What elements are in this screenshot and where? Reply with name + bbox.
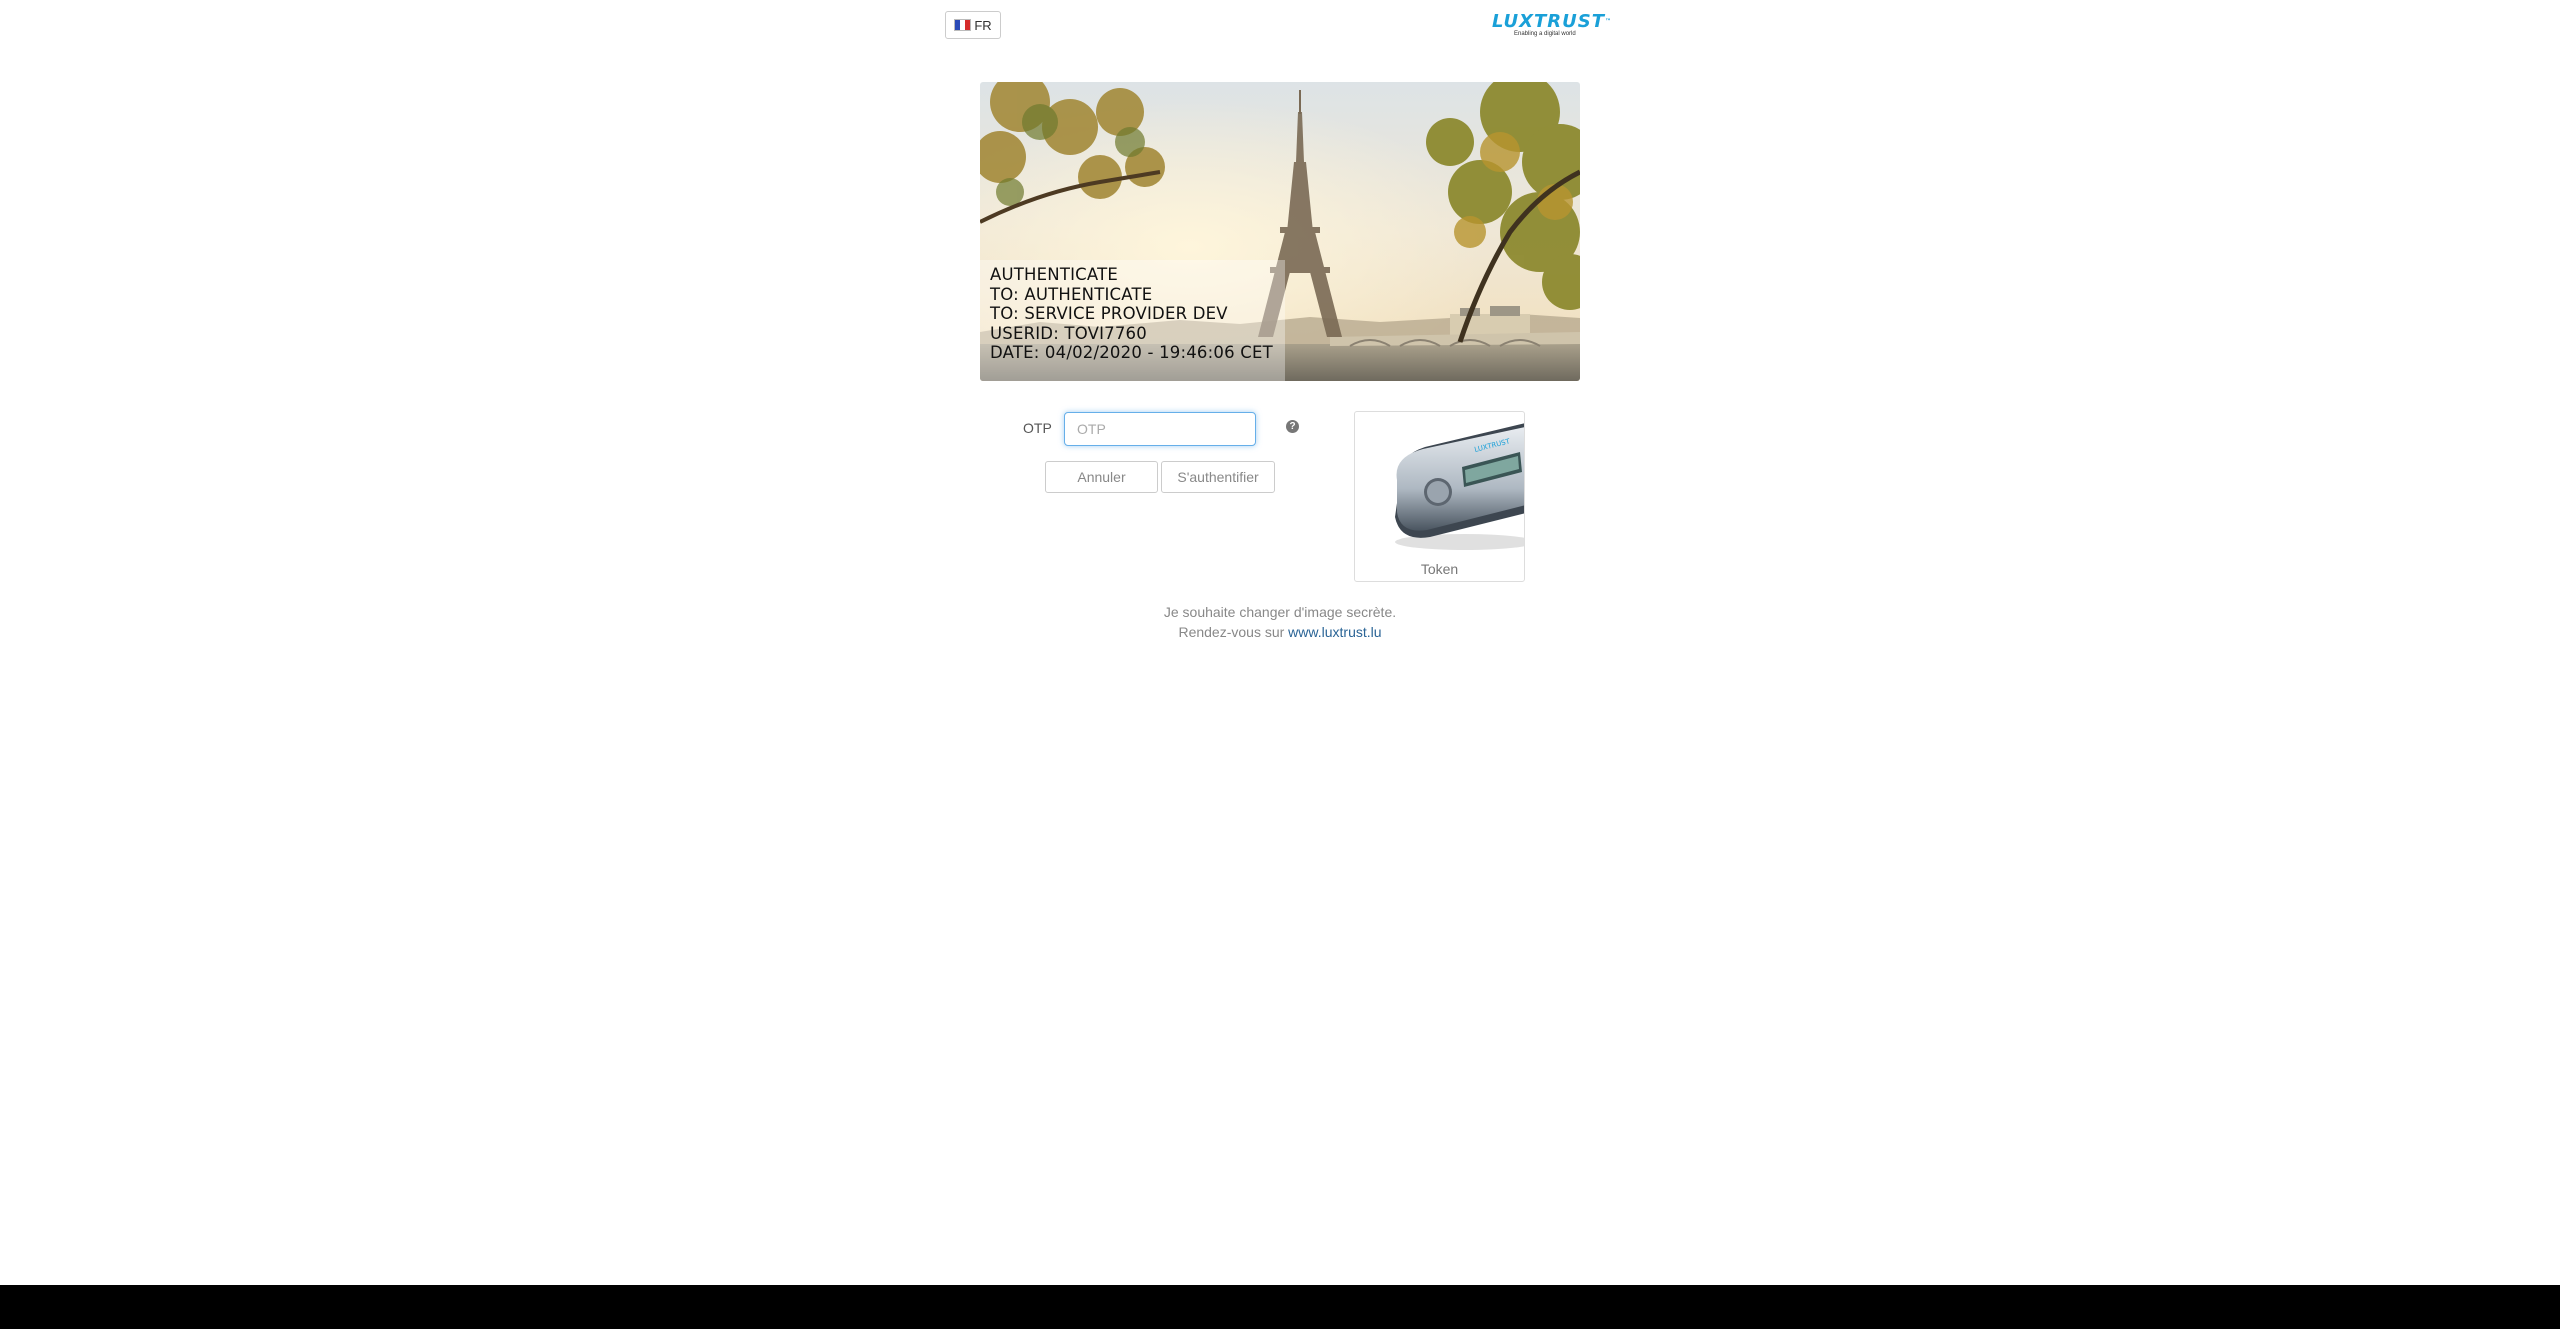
luxtrust-logo: LUXTRUST™ Enabling a digital world [1492,11,1614,38]
visit-site-prefix: Rendez-vous sur [1178,624,1289,640]
question-circle-icon[interactable]: ? [1286,420,1299,433]
french-flag-icon [954,19,972,31]
overlay-line-date: DATE: 04/02/2020 - 19:46:06 CET [990,343,1273,363]
token-device-icon: LUXTRUST [1395,423,1524,550]
secret-image: AUTHENTICATE TO: AUTHENTICATE TO: SERVIC… [980,82,1580,381]
overlay-line-provider: TO: SERVICE PROVIDER DEV [990,304,1228,324]
page: FR LUXTRUST™ Enabling a digital world AU… [0,0,2560,1329]
token-label: Token [1420,561,1459,577]
trademark-mark: ™ [1604,18,1612,25]
language-code: FR [974,17,992,33]
cancel-button[interactable]: Annuler [1045,461,1158,493]
footer-bar [0,1285,2560,1329]
logo-tagline: Enabling a digital world [1514,31,1576,37]
overlay-line-to: TO: AUTHENTICATE [990,284,1153,304]
change-image-text: Je souhaite changer d'image secrète. [1163,604,1397,620]
luxtrust-website-link[interactable]: www.luxtrust.lu [1288,624,1381,640]
token-option-card[interactable]: LUXTRUST Token [1354,411,1525,582]
overlay-line-userid: USERID: TOVI7760 [990,323,1147,343]
logo-name: LUXTRUST [1492,11,1605,32]
visit-site-text: Rendez-vous sur www.luxtrust.lu [0,624,2560,640]
authentication-details: AUTHENTICATE TO: AUTHENTICATE TO: SERVIC… [990,265,1273,363]
flag-stripe-red [965,20,971,30]
overlay-line-action: AUTHENTICATE [990,265,1118,284]
otp-label: OTP [1023,420,1052,436]
otp-input[interactable] [1064,412,1256,446]
language-selector-button[interactable]: FR [945,11,1001,39]
authenticate-button[interactable]: S'authentifier [1161,461,1275,493]
